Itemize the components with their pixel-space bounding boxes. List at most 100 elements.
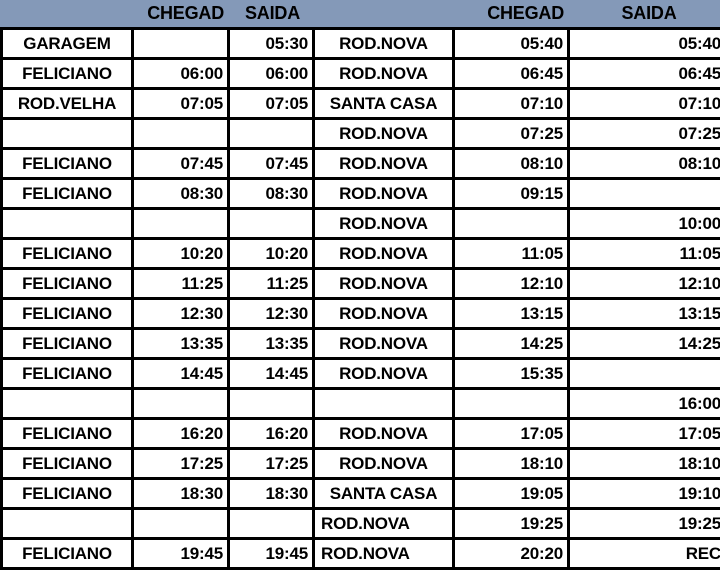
cell-saida-2[interactable]: 19:10	[570, 480, 720, 510]
cell-chegada-2[interactable]: 08:10	[455, 150, 570, 180]
cell-origin[interactable]	[0, 390, 134, 420]
cell-chegada-1[interactable]: 13:35	[134, 330, 230, 360]
table-row[interactable]: ROD.NOVA 07:25 07:25	[0, 120, 720, 150]
table-row[interactable]: FELICIANO 16:20 16:20 ROD.NOVA 17:05 17:05	[0, 420, 720, 450]
cell-chegada-1[interactable]: 11:25	[134, 270, 230, 300]
cell-saida-2[interactable]: 07:25	[570, 120, 720, 150]
cell-origin[interactable]	[0, 120, 134, 150]
cell-saida-1[interactable]: 06:00	[230, 60, 315, 90]
table-row[interactable]: ROD.VELHA 07:05 07:05 SANTA CASA 07:10 07:10	[0, 90, 720, 120]
table-row[interactable]: FELICIANO 10:20 10:20 ROD.NOVA 11:05 11:05	[0, 240, 720, 270]
cell-saida-1[interactable]: 08:30	[230, 180, 315, 210]
column-header-destino[interactable]	[315, 0, 455, 30]
cell-saida-2[interactable]	[570, 360, 720, 390]
cell-destino[interactable]: ROD.NOVA	[315, 510, 455, 540]
cell-origin[interactable]: FELICIANO	[0, 420, 134, 450]
cell-chegada-2[interactable]: 14:25	[455, 330, 570, 360]
cell-chegada-2[interactable]: 18:10	[455, 450, 570, 480]
cell-destino[interactable]: ROD.NOVA	[315, 540, 455, 570]
cell-chegada-2[interactable]: 17:05	[455, 420, 570, 450]
cell-saida-1[interactable]: 11:25	[230, 270, 315, 300]
cell-chegada-2[interactable]: 19:05	[455, 480, 570, 510]
table-row[interactable]: FELICIANO 12:30 12:30 ROD.NOVA 13:15 13:15	[0, 300, 720, 330]
cell-chegada-1[interactable]	[134, 390, 230, 420]
cell-chegada-1[interactable]	[134, 210, 230, 240]
table-row[interactable]: FELICIANO 19:45 19:45 ROD.NOVA 20:20 REC	[0, 540, 720, 570]
cell-saida-2[interactable]: 08:10	[570, 150, 720, 180]
table-row[interactable]: GARAGEM 05:30 ROD.NOVA 05:40 05:40	[0, 30, 720, 60]
cell-destino[interactable]: ROD.NOVA	[315, 420, 455, 450]
cell-destino[interactable]	[315, 390, 455, 420]
cell-saida-2[interactable]	[570, 180, 720, 210]
column-header-saida-1[interactable]: SAIDA	[230, 0, 315, 30]
cell-chegada-2[interactable]: 19:25	[455, 510, 570, 540]
cell-destino[interactable]: ROD.NOVA	[315, 270, 455, 300]
cell-destino[interactable]: ROD.NOVA	[315, 150, 455, 180]
cell-saida-2[interactable]: 18:10	[570, 450, 720, 480]
cell-destino[interactable]: ROD.NOVA	[315, 300, 455, 330]
cell-saida-1[interactable]	[230, 210, 315, 240]
cell-origin[interactable]: FELICIANO	[0, 300, 134, 330]
cell-chegada-2[interactable]: 07:25	[455, 120, 570, 150]
cell-destino[interactable]: ROD.NOVA	[315, 60, 455, 90]
cell-chegada-1[interactable]	[134, 120, 230, 150]
cell-destino[interactable]: ROD.NOVA	[315, 30, 455, 60]
cell-saida-2[interactable]: 12:10	[570, 270, 720, 300]
cell-chegada-2[interactable]: 06:45	[455, 60, 570, 90]
cell-saida-2[interactable]: 13:15	[570, 300, 720, 330]
table-row[interactable]: FELICIANO 13:35 13:35 ROD.NOVA 14:25 14:25	[0, 330, 720, 360]
table-row[interactable]: FELICIANO 14:45 14:45 ROD.NOVA 15:35	[0, 360, 720, 390]
table-row[interactable]: FELICIANO 08:30 08:30 ROD.NOVA 09:15	[0, 180, 720, 210]
cell-chegada-1[interactable]: 07:05	[134, 90, 230, 120]
cell-saida-1[interactable]	[230, 120, 315, 150]
table-row[interactable]: ROD.NOVA 10:00	[0, 210, 720, 240]
cell-origin[interactable]: FELICIANO	[0, 450, 134, 480]
cell-saida-1[interactable]: 07:05	[230, 90, 315, 120]
cell-chegada-1[interactable]: 12:30	[134, 300, 230, 330]
cell-chegada-2[interactable]	[455, 210, 570, 240]
cell-saida-1[interactable]: 19:45	[230, 540, 315, 570]
cell-chegada-1[interactable]: 08:30	[134, 180, 230, 210]
cell-saida-1[interactable]: 18:30	[230, 480, 315, 510]
cell-saida-1[interactable]: 13:35	[230, 330, 315, 360]
cell-destino[interactable]: SANTA CASA	[315, 90, 455, 120]
cell-saida-2[interactable]: REC	[570, 540, 720, 570]
cell-saida-1[interactable]: 16:20	[230, 420, 315, 450]
cell-origin[interactable]: FELICIANO	[0, 60, 134, 90]
cell-chegada-2[interactable]: 09:15	[455, 180, 570, 210]
cell-origin[interactable]: FELICIANO	[0, 180, 134, 210]
table-row[interactable]: FELICIANO 07:45 07:45 ROD.NOVA 08:10 08:10	[0, 150, 720, 180]
cell-destino[interactable]: SANTA CASA	[315, 480, 455, 510]
cell-saida-1[interactable]: 10:20	[230, 240, 315, 270]
cell-saida-2[interactable]: 14:25	[570, 330, 720, 360]
cell-saida-2[interactable]: 19:25	[570, 510, 720, 540]
cell-saida-1[interactable]: 14:45	[230, 360, 315, 390]
column-header-saida-2[interactable]: SAIDA	[570, 0, 720, 30]
cell-chegada-2[interactable]	[455, 390, 570, 420]
cell-saida-2[interactable]: 07:10	[570, 90, 720, 120]
table-row[interactable]: FELICIANO 17:25 17:25 ROD.NOVA 18:10 18:10	[0, 450, 720, 480]
table-row[interactable]: 16:00	[0, 390, 720, 420]
cell-chegada-1[interactable]: 16:20	[134, 420, 230, 450]
cell-chegada-2[interactable]: 12:10	[455, 270, 570, 300]
cell-destino[interactable]: ROD.NOVA	[315, 120, 455, 150]
cell-chegada-2[interactable]: 07:10	[455, 90, 570, 120]
cell-chegada-1[interactable]: 10:20	[134, 240, 230, 270]
cell-chegada-1[interactable]	[134, 30, 230, 60]
column-header-chegada-2[interactable]: CHEGAD	[455, 0, 570, 30]
cell-saida-1[interactable]	[230, 510, 315, 540]
timetable-table[interactable]: CHEGAD SAIDA CHEGAD SAIDA GARAGEM 05:30 RO…	[0, 0, 720, 570]
cell-chegada-1[interactable]: 06:00	[134, 60, 230, 90]
cell-saida-2[interactable]: 05:40	[570, 30, 720, 60]
cell-origin[interactable]: FELICIANO	[0, 330, 134, 360]
cell-saida-1[interactable]: 17:25	[230, 450, 315, 480]
cell-chegada-1[interactable]: 14:45	[134, 360, 230, 390]
cell-origin[interactable]: FELICIANO	[0, 480, 134, 510]
cell-origin[interactable]: FELICIANO	[0, 540, 134, 570]
cell-origin[interactable]: GARAGEM	[0, 30, 134, 60]
cell-origin[interactable]: ROD.VELHA	[0, 90, 134, 120]
cell-chegada-1[interactable]	[134, 510, 230, 540]
table-row[interactable]: FELICIANO 11:25 11:25 ROD.NOVA 12:10 12:10	[0, 270, 720, 300]
cell-chegada-1[interactable]: 18:30	[134, 480, 230, 510]
cell-chegada-2[interactable]: 20:20	[455, 540, 570, 570]
